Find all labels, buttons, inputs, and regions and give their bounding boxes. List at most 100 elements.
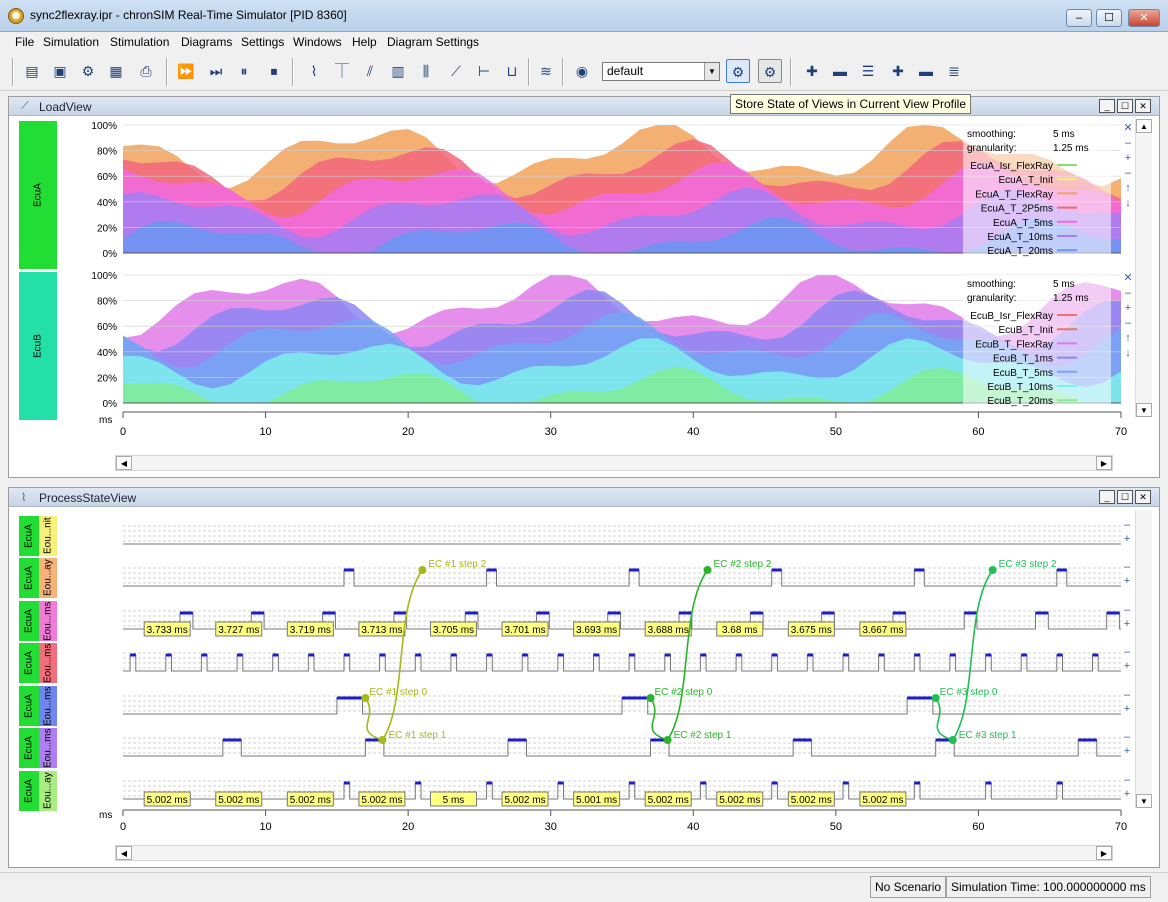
minus-icon[interactable]: – [1122,318,1134,330]
zoom-in-vertical-icon[interactable]: ✚ [800,59,824,83]
view-profile-select[interactable]: default ▼ [602,62,720,81]
chevron-down-icon[interactable]: ▼ [704,63,719,80]
stop-icon[interactable]: ⏹ [262,59,286,83]
app-icon: ◉ [8,8,24,24]
plus-icon[interactable]: + [1121,661,1133,673]
pause-icon[interactable]: ⏸ [232,59,256,83]
signal-view-icon[interactable]: ≋ [534,59,558,83]
range-icon[interactable]: ⊔ [500,59,524,83]
zoom-in-icon[interactable]: ✚ [886,59,910,83]
save-project-icon[interactable]: ▣ [48,59,72,83]
scenario-status: No Scenario [870,876,947,898]
title-bar: ◉ sync2flexray.ipr - chronSIM Real-Time … [0,0,1168,32]
process-state-view-icon[interactable]: ⌇ [302,59,326,83]
process-state-view-panel: ⌇ ProcessStateView _ ☐ ✕ EcuA Eou...nit Ec… [8,487,1160,868]
plus-icon[interactable]: + [1121,576,1133,588]
arrow-up-icon[interactable]: ↑ [1122,333,1134,345]
minus-icon[interactable]: – [1121,520,1133,532]
load-y-tick-label: 20% [97,223,117,234]
arrow-down-icon[interactable]: ↓ [1122,348,1134,360]
panel-close-button[interactable]: ✕ [1135,99,1151,113]
process-row-ecu-label: EcuA [19,771,39,811]
legend-item-label: EcuB_Isr_FlexRay [970,311,1053,322]
histogram-icon[interactable]: ▥ [386,59,410,83]
scroll-up-icon[interactable]: ▲ [1136,119,1152,133]
menu-file[interactable]: File [15,35,34,49]
plus-icon[interactable]: + [1122,303,1134,315]
menu-windows[interactable]: Windows [293,35,342,49]
settings-icon[interactable]: ⚙ [76,59,100,83]
maximize-button[interactable]: ☐ [1096,9,1122,27]
load-legend: smoothing: 5 ms granularity: 1.25 msEcuB_Is… [963,275,1111,407]
load-horizontal-scrollbar[interactable]: ◀ ▶ [115,455,1113,471]
load-vertical-scrollbar[interactable]: ▲ ▼ [1135,119,1152,417]
trace-view-icon[interactable]: ⏉ [330,59,354,83]
menu-simulation[interactable]: Simulation [43,35,99,49]
zoom-out-icon[interactable]: ▬ [914,59,938,83]
process-vertical-scrollbar[interactable]: ▼ [1135,510,1152,808]
load-x-tick-label: 0 [120,426,126,437]
plus-icon[interactable]: + [1121,534,1133,546]
plus-icon[interactable]: + [1122,153,1134,165]
plus-icon[interactable]: + [1121,746,1133,758]
panel-close-button[interactable]: ✕ [1135,490,1151,504]
menu-diagram-settings[interactable]: Diagram Settings [387,35,479,49]
menu-diagrams[interactable]: Diagrams [181,35,232,49]
timeline-icon[interactable]: ⊢ [472,59,496,83]
minus-icon[interactable]: – [1121,605,1133,617]
menu-help[interactable]: Help [352,35,377,49]
panel-maximize-button[interactable]: ☐ [1117,99,1133,113]
load-view-icon[interactable]: ⫽ [358,59,382,83]
minus-icon[interactable]: – [1121,690,1133,702]
load-view-header: ⟋ LoadView _ ☐ ✕ [9,97,1159,116]
fast-forward-icon[interactable]: ⏩ [174,59,198,83]
legend-granularity-label: granularity: [967,293,1016,304]
view-eye-icon[interactable]: ◉ [570,59,594,83]
legend-item-label: EcuB_T_5ms [993,368,1053,379]
fit-all-icon[interactable]: ≣ [942,59,966,83]
zoom-out-vertical-icon[interactable]: ▬ [828,59,852,83]
scroll-right-icon[interactable]: ▶ [1096,846,1112,860]
minimize-button[interactable]: – [1066,9,1092,27]
close-button[interactable]: ✕ [1128,9,1160,27]
scroll-down-icon[interactable]: ▼ [1136,403,1152,417]
scroll-left-icon[interactable]: ◀ [116,846,132,860]
row7-duration-label: 5.002 ms [648,795,689,806]
report-icon[interactable]: ▦ [104,59,128,83]
load-view-state-icon[interactable]: ⚙ [758,59,782,83]
minus-icon[interactable]: – [1121,562,1133,574]
menu-settings[interactable]: Settings [241,35,284,49]
open-project-icon[interactable]: ▤ [20,59,44,83]
minus-icon[interactable]: – [1122,138,1134,150]
panel-minimize-button[interactable]: _ [1099,99,1115,113]
minus-icon[interactable]: – [1121,775,1133,787]
plus-icon[interactable]: + [1121,789,1133,801]
step-icon[interactable]: ⏭ [204,59,228,83]
scroll-left-icon[interactable]: ◀ [116,456,132,470]
plus-icon[interactable]: + [1121,704,1133,716]
panel-minimize-button[interactable]: _ [1099,490,1115,504]
minus-icon[interactable]: – [1121,647,1133,659]
fit-vertical-icon[interactable]: ☰ [856,59,880,83]
arrow-up-icon[interactable]: ↑ [1122,183,1134,195]
minus-icon[interactable]: – [1122,168,1134,180]
tooltip: Store State of Views in Current View Pro… [730,94,971,114]
plus-icon[interactable]: + [1121,619,1133,631]
process-horizontal-scrollbar[interactable]: ◀ ▶ [115,845,1113,861]
row7-duration-label: 5.001 ms [576,795,617,806]
scroll-right-icon[interactable]: ▶ [1096,456,1112,470]
boxplot-icon[interactable]: ⫼ [414,59,438,83]
line-chart-icon[interactable]: ⟋ [444,59,468,83]
close-icon[interactable]: ✕ [1122,273,1134,285]
store-view-state-icon[interactable]: ⚙ [726,59,750,83]
scroll-down-icon[interactable]: ▼ [1136,794,1152,808]
minus-icon[interactable]: – [1121,732,1133,744]
print-icon[interactable]: ⎙ [134,59,158,83]
close-icon[interactable]: ✕ [1122,123,1134,135]
panel-maximize-button[interactable]: ☐ [1117,490,1133,504]
process-x-tick-label: 60 [972,821,984,833]
legend-item-label: EcuB_T_1ms [993,354,1053,365]
arrow-down-icon[interactable]: ↓ [1122,198,1134,210]
minus-icon[interactable]: – [1122,288,1134,300]
menu-stimulation[interactable]: Stimulation [110,35,169,49]
